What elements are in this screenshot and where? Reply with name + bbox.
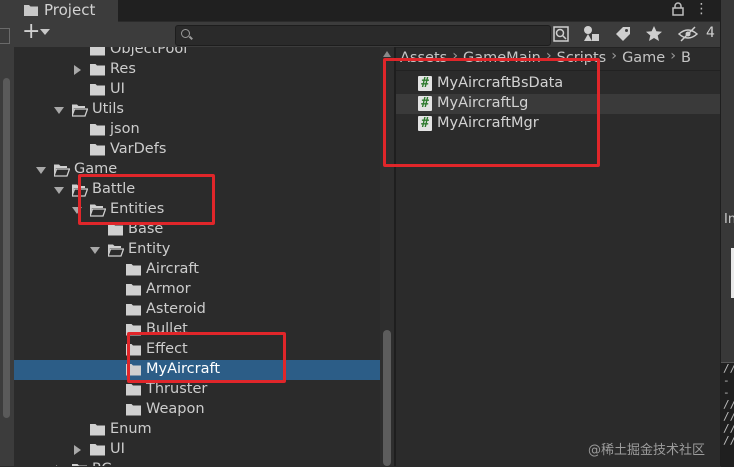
folder-open-icon <box>54 164 70 177</box>
folder-icon <box>90 424 105 436</box>
folder-icon <box>126 384 141 396</box>
tree-row[interactable]: Thruster <box>14 380 380 400</box>
lock-icon[interactable] <box>672 2 684 16</box>
expand-arrow-icon[interactable] <box>36 167 46 174</box>
left-panel-toggle[interactable] <box>0 28 10 44</box>
eye-slash-icon <box>677 26 699 42</box>
code-line: -- <box>723 374 730 399</box>
tree-item-label: Thruster <box>146 381 208 397</box>
breadcrumb-segment[interactable]: B <box>681 50 691 66</box>
folder-open-icon <box>72 104 88 117</box>
tree-row[interactable]: Utils <box>14 100 380 120</box>
folder-icon <box>90 47 105 56</box>
collapse-arrow-icon[interactable] <box>74 445 81 455</box>
search-icon <box>181 29 190 38</box>
inspector-panel-edge: In //--//////// <box>720 0 734 467</box>
breadcrumb-segment[interactable]: Game <box>622 50 665 66</box>
folder-icon <box>90 64 105 76</box>
tree-item-label: Utils <box>92 101 124 117</box>
plus-icon: + <box>22 19 41 44</box>
breadcrumb-separator-icon: › <box>611 48 618 64</box>
hidden-packages-toggle[interactable] <box>677 24 700 45</box>
tree-row[interactable]: Armor <box>14 280 380 300</box>
folder-icon <box>24 5 38 16</box>
expand-arrow-icon[interactable] <box>90 247 100 254</box>
tree-item-label: Asteroid <box>146 301 206 317</box>
tree-item-label: Res <box>110 61 136 77</box>
tree-row[interactable]: Res <box>14 60 380 80</box>
tab-options-menu[interactable]: ⋮ <box>672 1 714 17</box>
tree-row[interactable]: Weapon <box>14 400 380 420</box>
tree-item-label: Armor <box>146 281 191 297</box>
folder-tree[interactable]: ObjectPool Res UI Utils json VarDefs Game Battl… <box>14 47 380 466</box>
hidden-packages-count: 4 <box>706 25 715 41</box>
kebab-menu-icon[interactable]: ⋮ <box>694 1 714 17</box>
tree-row[interactable]: UI <box>14 440 380 460</box>
folder-icon <box>126 284 141 296</box>
annotation-box-myaircraft <box>127 332 286 383</box>
folder-icon <box>126 264 141 276</box>
tree-row[interactable]: VarDefs <box>14 140 380 160</box>
expand-arrow-icon[interactable] <box>54 187 64 194</box>
tree-row[interactable]: Asteroid <box>14 300 380 320</box>
tree-item-label: VarDefs <box>110 141 167 157</box>
shapes-icon <box>584 26 599 41</box>
tree-item-label: ObjectPool <box>110 47 188 57</box>
search-in-scene-icon <box>553 26 569 42</box>
star-icon <box>646 26 662 41</box>
search-field[interactable] <box>175 25 551 46</box>
tree-row[interactable]: Enum <box>14 420 380 440</box>
tree-item-label: Weapon <box>146 401 205 417</box>
filter-by-label-button[interactable] <box>613 24 635 45</box>
tree-item-label: Enum <box>110 421 152 437</box>
script-preview: //--//////// <box>721 362 734 467</box>
tree-item-label: UI <box>110 441 125 457</box>
watermark: @稀土掘金技术社区 <box>588 443 706 458</box>
dropdown-caret-icon <box>40 29 50 35</box>
tree-row[interactable]: Aircraft <box>14 260 380 280</box>
folder-icon <box>90 84 105 96</box>
tab-title: Project <box>44 1 96 19</box>
tree-item-label: RC <box>92 461 111 466</box>
collapse-arrow-icon[interactable] <box>74 65 81 75</box>
folder-icon <box>126 404 141 416</box>
folder-icon <box>90 444 105 456</box>
code-line: // <box>723 434 734 447</box>
search-input[interactable] <box>194 27 548 44</box>
tag-icon <box>616 27 630 41</box>
folder-icon <box>126 304 141 316</box>
left-panel-edge <box>0 0 14 466</box>
annotation-box-files <box>383 58 600 167</box>
folder-open-icon <box>108 244 124 257</box>
annotation-box-battle-entities <box>78 174 215 225</box>
expand-arrow-icon[interactable] <box>54 107 64 114</box>
tree-item-label: Entity <box>128 241 171 257</box>
tree-row[interactable]: ObjectPool <box>14 47 380 60</box>
tree-row[interactable]: Entity <box>14 240 380 260</box>
folder-icon <box>90 144 105 156</box>
scroll-up-arrow-icon[interactable] <box>383 51 391 57</box>
search-by-type-button[interactable] <box>551 24 573 45</box>
tree-row[interactable]: json <box>14 120 380 140</box>
create-asset-button[interactable]: + <box>20 19 54 46</box>
tree-scroll-thumb[interactable] <box>383 330 391 466</box>
tree-row[interactable]: UI <box>14 80 380 100</box>
favorites-button[interactable] <box>644 24 666 45</box>
tree-item-label: Aircraft <box>146 261 199 277</box>
tab-strip <box>14 0 720 21</box>
breadcrumb-separator-icon: › <box>670 48 677 64</box>
filter-by-type-button[interactable] <box>582 24 604 45</box>
inspector-tab-label[interactable]: In <box>724 212 734 227</box>
tree-row[interactable]: RC <box>14 460 380 466</box>
folder-icon <box>90 124 105 136</box>
tree-item-label: UI <box>110 81 125 97</box>
tree-item-label: json <box>110 121 140 137</box>
left-panel-scrollbar[interactable] <box>3 78 10 418</box>
